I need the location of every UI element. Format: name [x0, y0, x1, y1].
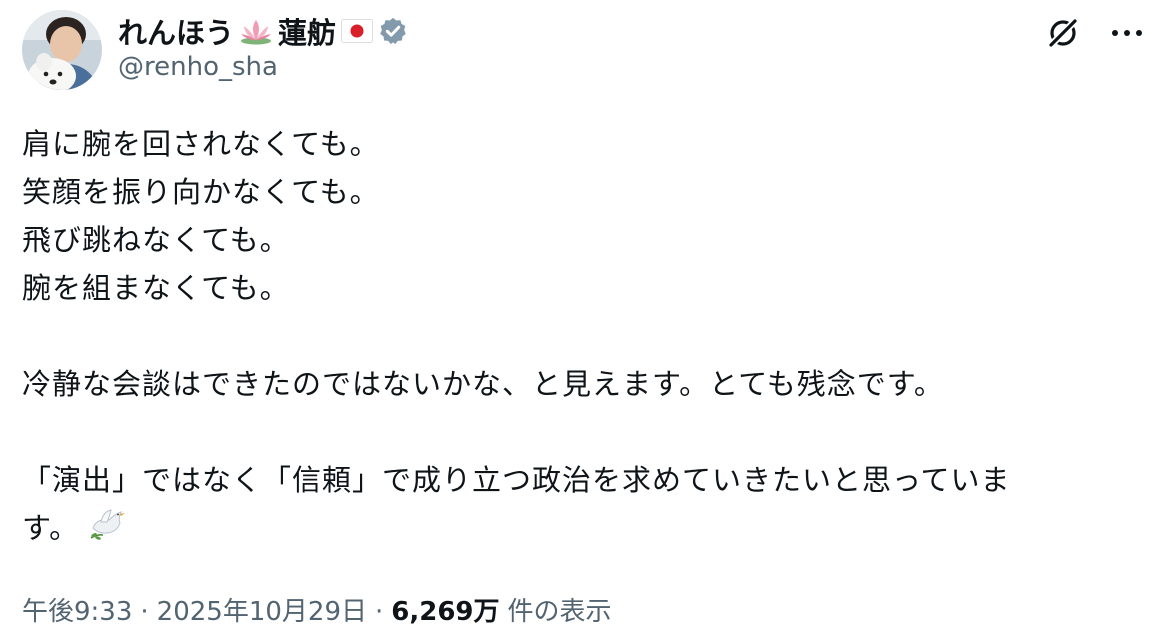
dove-icon	[87, 508, 127, 558]
author-display-name[interactable]: れんほう	[118, 10, 234, 52]
tweet-top-actions	[1046, 16, 1144, 50]
verified-badge-icon	[378, 16, 408, 46]
avatar-photo	[22, 10, 102, 90]
tweet-date[interactable]: 2025年10月29日	[157, 591, 367, 628]
tweet-line: す。	[22, 511, 80, 545]
tweet-time[interactable]: 午後9:33	[22, 591, 132, 628]
tweet-line: 肩に腕を回されなくても。	[22, 127, 380, 161]
tweet-line: 飛び跳ねなくても。	[22, 223, 290, 257]
grok-icon[interactable]	[1046, 16, 1080, 50]
lotus-icon	[239, 16, 273, 46]
avatar[interactable]	[22, 10, 102, 90]
tweet-last-line: す。	[22, 504, 1152, 552]
tweet-line: 「演出」ではなく「信頼」で成り立つ政治を求めていきたいと思っていま	[22, 463, 1011, 497]
author-name-row[interactable]: れんほう 蓮舫	[118, 12, 408, 50]
tweet-line: 冷静な会談はできたのではないかな、と見えます。とても残念です。	[22, 367, 944, 401]
views-count[interactable]: 6,269万	[391, 591, 499, 628]
author-display-name-2[interactable]: 蓮舫	[278, 10, 336, 52]
tweet-line: 腕を組まなくても。	[22, 271, 290, 305]
tweet-meta: 午後9:33 · 2025年10月29日 · 6,269万 件の表示	[22, 591, 612, 628]
views-label: 件の表示	[507, 597, 612, 627]
author-handle[interactable]: @renho_sha	[118, 52, 278, 82]
tweet-line: 笑顔を振り向かなくても。	[22, 175, 380, 209]
japan-flag-icon	[341, 19, 374, 43]
more-options-icon[interactable]	[1110, 27, 1144, 39]
tweet-text: 肩に腕を回されなくても。 笑顔を振り向かなくても。 飛び跳ねなくても。 腕を組ま…	[22, 120, 1152, 552]
meta-separator: ·	[375, 597, 384, 627]
meta-separator: ·	[140, 597, 149, 627]
